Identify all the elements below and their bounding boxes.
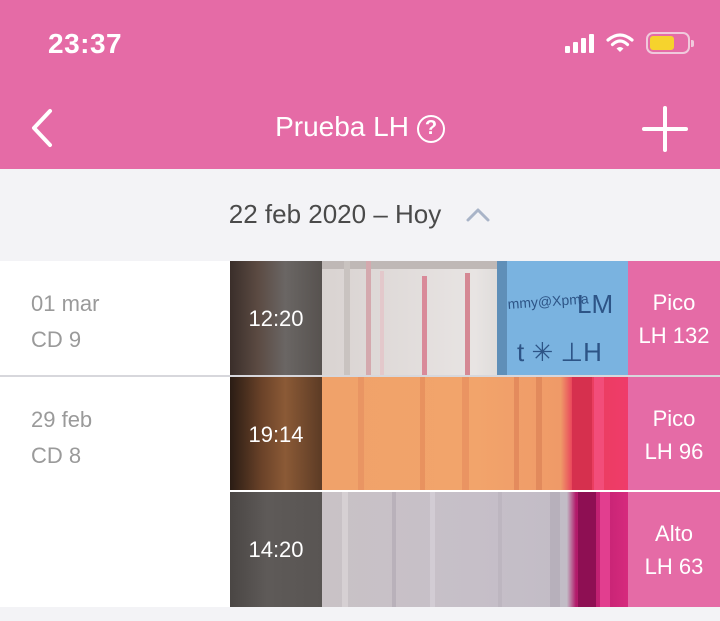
add-button[interactable]	[640, 104, 690, 154]
result-value: LH 96	[644, 438, 704, 464]
entry-date: 29 feb	[31, 407, 93, 432]
result-status: Alto	[655, 520, 693, 546]
test-strip-photo[interactable]	[322, 377, 628, 492]
test-strip-photo[interactable]: mmy@Xpma LM t ✳ ⊥H	[322, 261, 628, 376]
svg-text:t ✳ ⊥H: t ✳ ⊥H	[517, 337, 602, 367]
result-badge: Pico LH 96	[628, 377, 720, 492]
wifi-icon	[606, 33, 634, 52]
entry-time: 19:14	[230, 377, 322, 492]
app-header: 23:37 Prueba LH?	[0, 0, 720, 169]
date-range-label: 22 feb 2020 – Hoy	[228, 199, 442, 229]
entry-cycle-day: CD 9	[31, 327, 82, 352]
page-title: Prueba LH?	[0, 111, 720, 143]
page-title-text: Prueba LH	[275, 111, 409, 142]
result-status: Pico	[652, 289, 696, 315]
entry-cycle-day: CD 8	[31, 443, 82, 468]
svg-text:LM: LM	[577, 289, 613, 319]
help-icon[interactable]: ?	[416, 115, 445, 143]
result-badge: Pico LH 132	[628, 261, 720, 376]
result-value: LH 63	[644, 553, 704, 579]
signal-icon	[565, 33, 594, 53]
status-bar-icons	[565, 32, 694, 54]
list-item[interactable]: 01 mar CD 9 12:20 mmy@Xpma LM t ✳ ⊥H Pic…	[0, 261, 720, 376]
test-strip-photo[interactable]	[322, 492, 628, 607]
entry-time: 14:20	[230, 492, 322, 607]
result-value: LH 132	[638, 322, 710, 348]
result-status: Pico	[652, 405, 696, 431]
status-bar-time: 23:37	[48, 28, 123, 59]
entry-date: 01 mar	[31, 291, 100, 316]
date-range-selector[interactable]: 22 feb 2020 – Hoy	[0, 169, 720, 260]
entry-date-cell: 29 feb CD 8	[0, 377, 230, 492]
entry-date-cell: 01 mar CD 9	[0, 261, 230, 376]
list-item[interactable]: 29 feb CD 8 19:14 Pico LH 96	[0, 377, 720, 492]
battery-icon	[646, 32, 694, 54]
entry-date-cell	[0, 492, 230, 607]
result-badge: Alto LH 63	[628, 492, 720, 607]
entry-time: 12:20	[230, 261, 322, 376]
chevron-up-icon[interactable]	[465, 207, 491, 223]
list-item[interactable]: 14:20 Alto LH 63	[0, 492, 720, 607]
